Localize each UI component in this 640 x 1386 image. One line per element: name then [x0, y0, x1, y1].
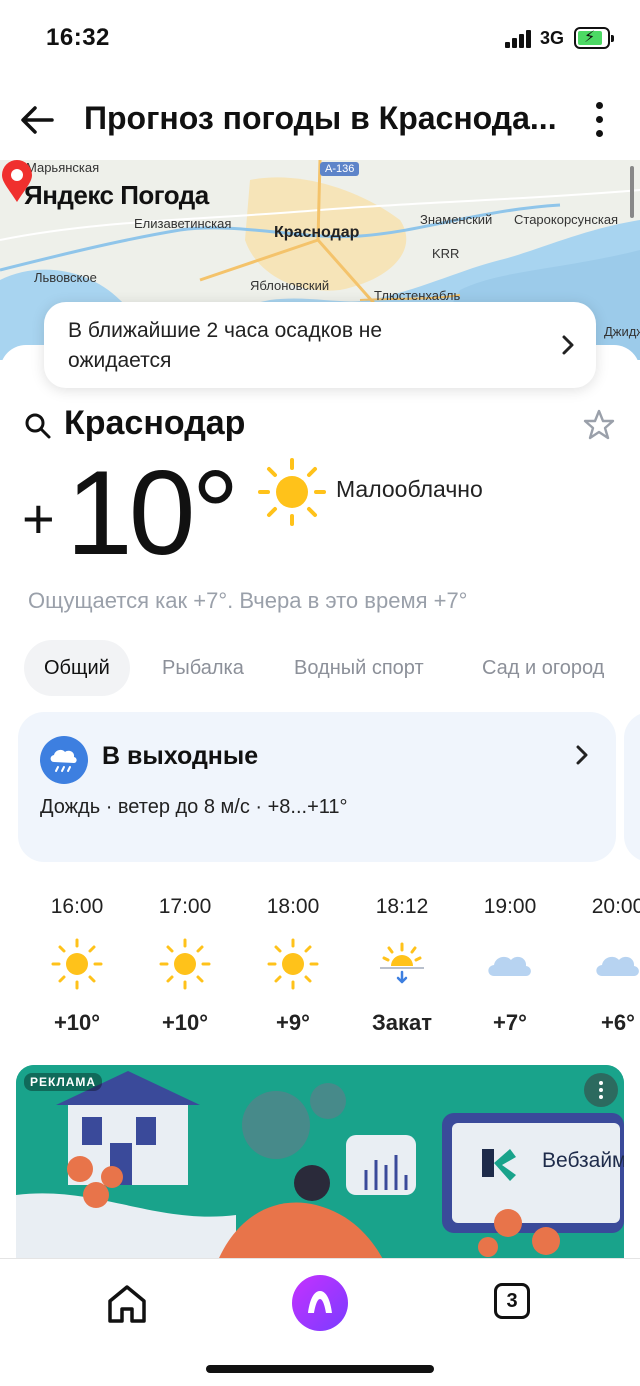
ad-menu-button[interactable]: [584, 1073, 618, 1107]
hourly-forecast[interactable]: 16:00 +10° 17:00 +10° 18:00 +9° 18:12 За…: [0, 890, 640, 1050]
chevron-right-icon: [562, 335, 574, 355]
tab-garden[interactable]: Сад и огород: [482, 640, 604, 696]
app-header: Прогноз погоды в Краснода...: [0, 80, 640, 160]
hourly-item[interactable]: 19:00 +7°: [456, 890, 564, 1036]
ad-badge: РЕКЛАМА: [24, 1073, 103, 1091]
signal-icon: [505, 28, 535, 48]
ad-illustration: [16, 1065, 624, 1265]
map-place-label: Старокорсунская: [514, 212, 619, 227]
precipitation-text: В ближайшие 2 часа осадков не ожидается: [68, 319, 383, 372]
status-bar: 16:32 3G ⚡: [0, 0, 640, 80]
map-city-label: Краснодар: [274, 224, 360, 241]
road-badge: А-136: [320, 162, 360, 176]
home-icon[interactable]: [104, 1281, 150, 1327]
hourly-item[interactable]: 18:12 Закат: [348, 890, 456, 1036]
chevron-right-icon: [576, 745, 588, 765]
hour-temp: +7°: [493, 1010, 527, 1035]
hour-temp: +9°: [276, 1010, 310, 1035]
next-card-peek[interactable]: [624, 712, 640, 862]
home-indicator: [206, 1365, 434, 1373]
sun-icon: [159, 938, 211, 990]
back-button[interactable]: [16, 98, 60, 142]
location-pin-icon: [2, 160, 32, 202]
weekend-forecast-card[interactable]: В выходные Дождь · ветер до 8 м/с · +8..…: [18, 712, 616, 862]
more-menu-button[interactable]: [586, 100, 614, 140]
hourly-item[interactable]: 20:00 +6°: [564, 890, 640, 1036]
hourly-item[interactable]: 17:00 +10°: [131, 890, 239, 1036]
status-time: 16:32: [46, 24, 110, 51]
alice-icon: [308, 1291, 332, 1313]
search-icon[interactable]: [24, 412, 52, 440]
map-place-label: Знаменский: [420, 212, 493, 227]
page-title: Прогноз погоды в Краснода...: [84, 100, 557, 136]
hour-temp: Закат: [371, 1010, 433, 1035]
rain-cloud-icon: [40, 736, 88, 784]
hour-temp: +10°: [161, 1010, 209, 1035]
city-name[interactable]: Краснодар: [64, 404, 245, 443]
map-place-label: Львовское: [34, 270, 97, 285]
weekend-title: В выходные: [102, 742, 259, 770]
forecast-tabs: Общий Рыбалка Водный спорт Сад и огород: [24, 640, 640, 696]
temperature-sign: +: [22, 487, 55, 550]
hour-time: 19:00: [483, 895, 537, 918]
ad-brand: Вебзайм: [542, 1149, 624, 1172]
hour-time: 18:00: [266, 895, 320, 918]
map-place-label: Елизаветинская: [134, 216, 232, 231]
tab-fishing[interactable]: Рыбалка: [162, 640, 244, 696]
map-place-label: Тлюстенхабль: [374, 288, 461, 303]
map-place-label: Яблоновский: [250, 278, 330, 293]
feels-like-text: Ощущается как +7°. Вчера в это время +7°: [28, 588, 468, 613]
sunset-icon: [380, 942, 424, 984]
network-type: 3G: [540, 28, 565, 48]
hour-time: 18:12: [375, 895, 429, 918]
hourly-item[interactable]: 18:00 +9°: [239, 890, 347, 1036]
hour-time: 20:00: [591, 895, 640, 918]
bottom-navigation: 3: [0, 1258, 640, 1386]
map-place-label: Джидж: [604, 324, 640, 339]
tab-water-sports[interactable]: Водный спорт: [294, 640, 424, 696]
sun-icon: [267, 938, 319, 990]
weekend-description: Дождь · ветер до 8 м/с · +8...+11°: [40, 796, 348, 818]
hour-temp: +10°: [53, 1010, 101, 1035]
hour-time: 17:00: [158, 895, 212, 918]
alice-voice-assistant-button[interactable]: [292, 1275, 348, 1331]
ad-banner[interactable]: РЕКЛАМА Вебзайм: [16, 1065, 624, 1265]
map-place-label: KRR: [432, 246, 460, 261]
sun-icon: [51, 938, 103, 990]
cloud-icon: [596, 956, 639, 976]
map-brand-logo: Яндекс Погода: [24, 180, 209, 210]
precipitation-banner[interactable]: В ближайшие 2 часа осадков не ожидается: [44, 302, 596, 388]
tab-general[interactable]: Общий: [24, 640, 130, 696]
cloud-icon: [488, 956, 531, 976]
battery-icon: ⚡: [574, 27, 614, 49]
sun-icon: [258, 458, 326, 526]
arrow-left-icon: [21, 106, 54, 134]
map-scroll-handle: [630, 166, 634, 218]
tabs-count-button[interactable]: 3: [494, 1283, 530, 1319]
map-place-label: Марьянская: [26, 160, 100, 175]
hourly-item[interactable]: 16:00 +10°: [23, 890, 131, 1036]
weather-condition: Малооблачно: [336, 476, 483, 502]
hour-temp: +6°: [601, 1010, 635, 1035]
hour-time: 16:00: [50, 895, 104, 918]
current-temperature: 10°: [66, 446, 239, 580]
star-icon[interactable]: [582, 408, 616, 442]
